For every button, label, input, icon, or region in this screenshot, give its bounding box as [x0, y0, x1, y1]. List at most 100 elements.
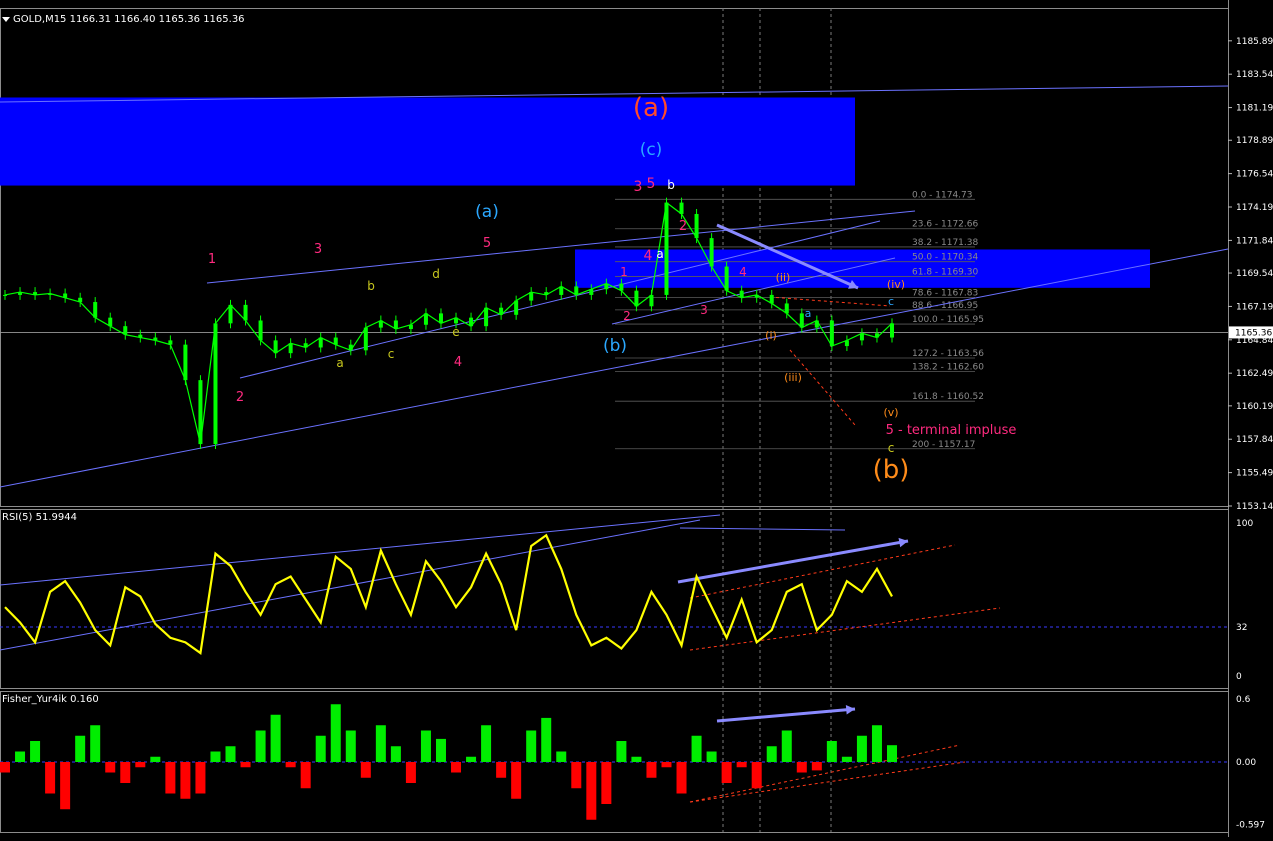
wave-label-25: (i)	[765, 329, 777, 342]
wave-label-0: 1	[208, 252, 216, 267]
fib-label-11: 200 - 1157.17	[912, 440, 975, 450]
fib-label-8: 127.2 - 1163.56	[912, 349, 984, 359]
price-body	[363, 327, 368, 351]
price-body	[228, 304, 233, 324]
fisher-bar	[420, 730, 431, 762]
fisher-bar	[781, 730, 792, 762]
fisher-bar	[60, 762, 71, 810]
wave-label-27: (iii)	[784, 371, 802, 384]
rsi-tick-label-2: 0	[1236, 672, 1242, 682]
fisher-bar	[330, 704, 341, 762]
fisher-bar	[481, 725, 492, 762]
fisher-bar	[676, 762, 687, 794]
price-body	[183, 344, 188, 381]
fib-label-2: 38.2 - 1171.38	[912, 238, 978, 248]
fisher-bar	[736, 762, 747, 768]
zone-rect-0	[0, 97, 855, 186]
wave-label-28: (iv)	[887, 278, 905, 291]
fisher-bar	[571, 762, 582, 789]
wave-label-3: 4	[454, 355, 462, 370]
fisher-bar	[586, 762, 597, 820]
wave-label-30: a	[805, 307, 812, 320]
wave-label-29: (v)	[883, 406, 898, 419]
symbol-ohlc-text: GOLD,M15 1166.31 1166.40 1165.36 1165.36	[13, 14, 245, 25]
fisher-tick-label-0: 0.6	[1236, 695, 1251, 705]
fisher-bar	[631, 756, 642, 762]
price-tick-label-8: 1167.19	[1236, 302, 1273, 312]
fisher-bar	[15, 751, 26, 762]
wave-label-9: e	[452, 325, 459, 339]
wave-label-16: 5	[647, 176, 656, 192]
chart-window: 0.0 - 1174.73 23.6 - 1172.66 38.2 - 1171.3…	[0, 0, 1273, 837]
fib-label-3: 50.0 - 1170.34	[912, 253, 978, 263]
fisher-bar	[541, 717, 552, 762]
fisher-bar	[270, 714, 281, 762]
fisher-bar	[887, 745, 897, 762]
wave-label-20: 2	[679, 219, 687, 234]
price-body	[694, 213, 699, 239]
fib-label-7: 100.0 - 1165.95	[912, 315, 984, 325]
price-body	[724, 266, 729, 291]
wave-label-8: d	[432, 267, 440, 281]
wave-label-15: 3	[634, 179, 643, 195]
fib-label-5: 78.6 - 1167.83	[912, 288, 978, 298]
wave-label-23: 3	[700, 303, 708, 317]
fib-label-6: 88.6 - 1166.95	[912, 301, 978, 311]
fisher-bar	[165, 762, 176, 794]
fisher-bar	[390, 746, 401, 762]
wave-label-33: 5 - terminal impluse	[886, 423, 1017, 438]
price-tick-label-4: 1176.54	[1236, 170, 1273, 180]
wave-label-12: (c)	[640, 140, 663, 160]
price-tick-label-13: 1155.49	[1236, 469, 1273, 479]
price-tick-label-2: 1181.19	[1236, 104, 1273, 114]
fisher-pane-title: Fisher_Yur4ik 0.160	[2, 694, 99, 705]
fisher-bar	[225, 746, 236, 762]
price-tick-label-11: 1160.19	[1236, 402, 1273, 412]
chevron-down-icon[interactable]	[2, 16, 10, 22]
fisher-bar	[691, 735, 702, 762]
fisher-bar	[706, 751, 717, 762]
price-body	[484, 307, 489, 327]
wave-label-1: 2	[236, 390, 244, 405]
fisher-bar	[375, 725, 386, 762]
wave-label-10: (a)	[475, 202, 499, 222]
fisher-bar	[871, 725, 882, 762]
current-price-text: 1165.36	[1235, 328, 1272, 338]
fisher-bar	[451, 762, 462, 773]
wave-label-32: c	[888, 441, 895, 455]
fisher-bar	[616, 741, 627, 762]
wave-label-21: 1	[620, 265, 628, 279]
fisher-bar	[796, 762, 807, 773]
price-tick-label-10: 1162.49	[1236, 369, 1273, 379]
fisher-bar	[646, 762, 657, 778]
price-tick-label-0: 1185.89	[1236, 37, 1273, 47]
fisher-bar	[766, 746, 777, 762]
price-body	[258, 320, 263, 341]
wave-label-2: 3	[314, 242, 322, 257]
fisher-bar	[466, 756, 477, 762]
wave-label-6: b	[367, 279, 375, 293]
fib-label-0: 0.0 - 1174.73	[912, 190, 973, 200]
rsi-tick-label-0: 100	[1236, 519, 1253, 529]
fisher-bar	[120, 762, 131, 783]
fisher-bar	[601, 762, 612, 804]
fisher-tick-label-2: -0.597	[1236, 821, 1265, 831]
price-body	[243, 304, 248, 321]
price-tick-label-14: 1153.14	[1236, 502, 1273, 512]
fisher-bar	[405, 762, 416, 783]
fisher-bar	[300, 762, 311, 789]
chart-canvas[interactable]: 0.0 - 1174.73 23.6 - 1172.66 38.2 - 1171.3…	[0, 0, 1273, 837]
rsi-tick-label-1: 32	[1236, 623, 1247, 633]
fisher-bar	[721, 762, 732, 783]
fisher-bar	[496, 762, 507, 778]
wave-label-5: a	[336, 356, 343, 370]
wave-label-26: (ii)	[776, 271, 791, 284]
wave-label-19: a	[656, 247, 663, 261]
fisher-bar	[30, 741, 41, 762]
price-tick-label-3: 1178.89	[1236, 136, 1273, 146]
wave-label-18: 4	[644, 248, 653, 264]
fisher-bar	[255, 730, 266, 762]
wave-label-17: b	[667, 178, 675, 192]
fisher-tick-label-1: 0.00	[1236, 758, 1256, 768]
price-body	[709, 238, 714, 267]
